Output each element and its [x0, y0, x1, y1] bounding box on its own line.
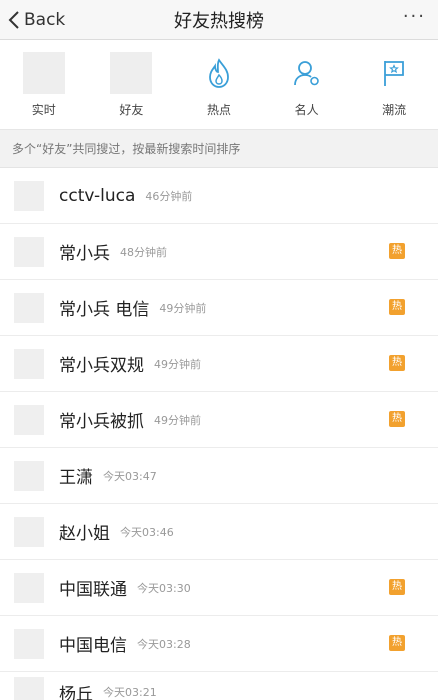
avatar: [14, 292, 44, 323]
item-name: 中国电信: [59, 636, 127, 656]
avatar: [14, 348, 44, 379]
list-item[interactable]: 中国联通 今天03:30 热: [0, 560, 438, 616]
item-time: 今天03:28: [137, 637, 191, 651]
item-time: 46分钟前: [145, 189, 193, 203]
hot-badge: 热: [389, 635, 405, 651]
avatar: [14, 460, 44, 491]
navbar: Back 好友热搜榜 ···: [0, 0, 438, 40]
avatar: [14, 677, 44, 700]
item-time: 48分钟前: [120, 245, 167, 259]
tab-realtime[interactable]: 实时: [0, 40, 88, 129]
hot-badge: 热: [389, 411, 405, 427]
tab-label: 潮流: [382, 103, 407, 117]
chevron-left-icon: [8, 11, 19, 29]
realtime-icon: [22, 52, 65, 94]
hot-badge: 热: [389, 243, 405, 259]
list-item[interactable]: 王潇 今天03:47: [0, 448, 438, 504]
list-item[interactable]: cctv-luca 46分钟前: [0, 168, 438, 224]
flag-icon: [384, 61, 405, 86]
item-time: 今天03:47: [103, 469, 157, 483]
sort-info-text: 多个“好友”共同搜过，按最新搜索时间排序: [12, 142, 241, 156]
item-time: 今天03:46: [120, 525, 174, 539]
item-name: 王潇: [59, 468, 93, 488]
sort-info-bar: 多个“好友”共同搜过，按最新搜索时间排序: [0, 130, 438, 168]
list-item[interactable]: 中国电信 今天03:28 热: [0, 616, 438, 672]
tab-friends[interactable]: 好友: [88, 40, 176, 129]
item-name: 杨丘: [59, 684, 93, 700]
item-time: 今天03:30: [137, 581, 191, 595]
item-time: 49分钟前: [159, 301, 207, 315]
avatar: [14, 516, 44, 547]
back-label: Back: [24, 10, 66, 30]
tab-label: 名人: [294, 103, 319, 117]
tab-trend[interactable]: 潮流: [350, 40, 438, 129]
hot-badge: 热: [389, 299, 405, 315]
list-item[interactable]: 常小兵 48分钟前 热: [0, 224, 438, 280]
avatar: [14, 180, 44, 211]
item-name: 中国联通: [59, 580, 127, 600]
avatar: [14, 628, 44, 659]
list-item[interactable]: 常小兵 电信 49分钟前 热: [0, 280, 438, 336]
item-name: 赵小姐: [59, 524, 110, 544]
item-name: 常小兵 电信: [59, 300, 150, 320]
person-icon: [293, 61, 319, 86]
list-item[interactable]: 常小兵被抓 49分钟前 热: [0, 392, 438, 448]
tab-label: 热点: [206, 103, 231, 117]
item-name: 常小兵双规: [59, 356, 144, 376]
flame-icon: [209, 58, 229, 88]
list-item[interactable]: 赵小姐 今天03:46: [0, 504, 438, 560]
item-name: 常小兵: [59, 244, 110, 264]
list-item[interactable]: 常小兵双规 49分钟前 热: [0, 336, 438, 392]
list-item[interactable]: 杨丘 今天03:21: [0, 672, 438, 700]
tab-celebrity[interactable]: 名人: [263, 40, 351, 129]
item-time: 49分钟前: [154, 413, 201, 427]
item-name: 常小兵被抓: [59, 412, 144, 432]
more-button[interactable]: ···: [403, 6, 426, 27]
friends-icon: [110, 52, 153, 94]
tab-label: 实时: [31, 103, 56, 117]
avatar: [14, 404, 44, 435]
category-tabs: 实时 好友 热点 名人 潮流: [0, 40, 438, 130]
item-name: cctv-luca: [59, 185, 136, 206]
search-list: cctv-luca 46分钟前 常小兵 48分钟前 热 常小兵 电信 49分钟前…: [0, 168, 438, 700]
page-title: 好友热搜榜: [174, 10, 264, 32]
avatar: [14, 236, 44, 267]
item-time: 今天03:21: [103, 686, 157, 699]
hot-badge: 热: [389, 579, 405, 595]
tab-label: 好友: [119, 103, 144, 117]
back-button[interactable]: Back: [6, 0, 65, 40]
avatar: [14, 572, 44, 603]
item-time: 49分钟前: [154, 357, 201, 371]
hot-badge: 热: [389, 355, 405, 371]
tab-hot[interactable]: 热点: [175, 40, 263, 129]
